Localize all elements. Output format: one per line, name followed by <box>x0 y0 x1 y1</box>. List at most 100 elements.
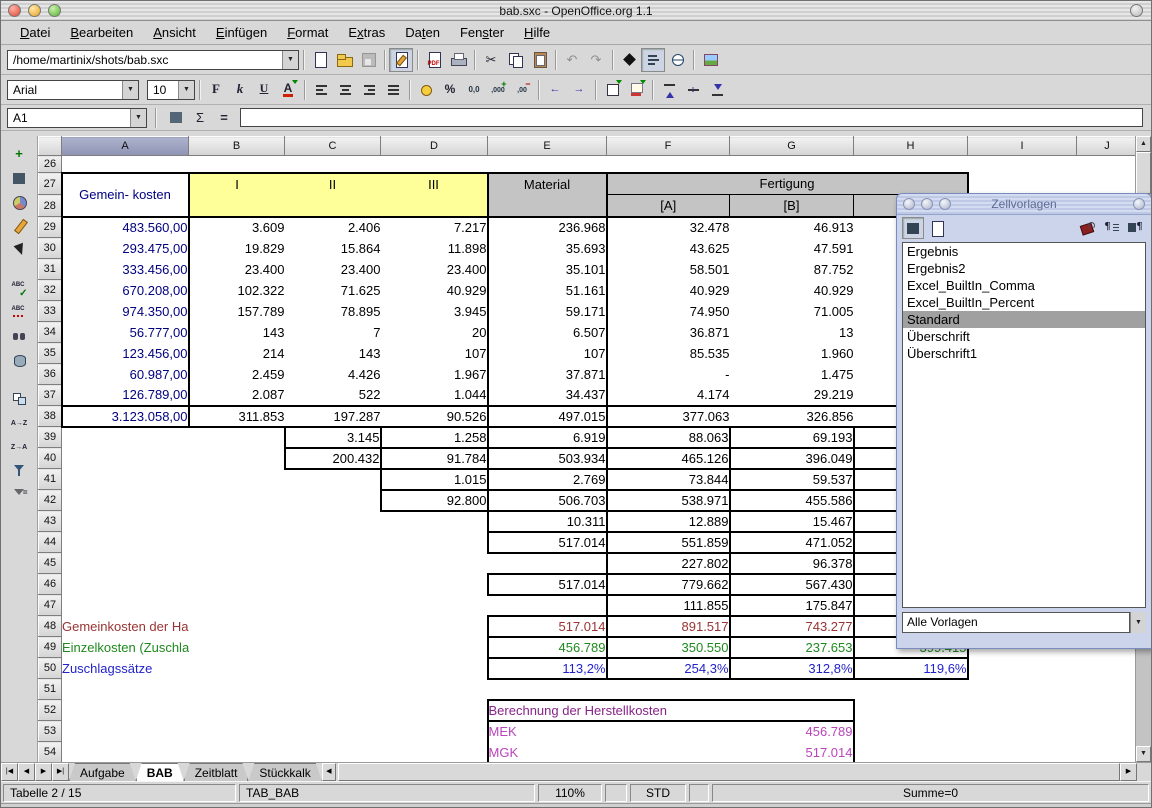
cell[interactable] <box>1077 156 1136 173</box>
cell[interactable] <box>189 532 285 553</box>
font-color-icon[interactable] <box>276 78 300 102</box>
cell[interactable]: 107 <box>381 343 488 364</box>
cell[interactable]: 567.430 <box>730 574 854 595</box>
row-header[interactable]: 39 <box>39 427 62 448</box>
cell[interactable]: 1.044 <box>381 385 488 406</box>
row-header[interactable]: 29 <box>39 217 62 238</box>
cell[interactable]: 34.437 <box>488 385 607 406</box>
cell[interactable]: 214 <box>189 343 285 364</box>
cell[interactable] <box>285 742 381 763</box>
cell[interactable]: 23.400 <box>285 259 381 280</box>
cell[interactable] <box>189 574 285 595</box>
cell[interactable]: 59.171 <box>488 301 607 322</box>
cell[interactable] <box>854 721 968 742</box>
align-justify-icon[interactable] <box>381 78 405 102</box>
cell[interactable] <box>854 742 968 763</box>
italic-icon[interactable] <box>228 78 252 102</box>
cell[interactable]: 311.853 <box>189 406 285 427</box>
cell[interactable]: II <box>285 173 381 195</box>
add-decimal-icon[interactable] <box>486 78 510 102</box>
select-all-corner[interactable] <box>39 137 62 156</box>
cell[interactable] <box>189 679 285 700</box>
cell[interactable]: 143 <box>189 322 285 343</box>
cell[interactable]: 1.258 <box>381 427 488 448</box>
cell[interactable]: 456.789 <box>488 637 607 658</box>
cell[interactable]: Material <box>488 173 607 195</box>
font-size-combobox[interactable]: 10 ▼ <box>147 80 195 100</box>
style-list-item[interactable]: Standard <box>903 311 1145 328</box>
column-header[interactable]: H <box>854 137 968 156</box>
style-filter-combobox[interactable]: Alle Vorlagen ▼ <box>902 612 1146 633</box>
cell[interactable]: 503.934 <box>488 448 607 469</box>
cell[interactable]: 10.311 <box>488 511 607 532</box>
cell[interactable] <box>730 156 854 173</box>
cell[interactable]: 350.550 <box>607 637 730 658</box>
cell[interactable]: 517.014 <box>607 742 854 763</box>
cell[interactable]: 12.889 <box>607 511 730 532</box>
cell[interactable]: 126.789,00 <box>62 385 189 406</box>
draw-functions-icon[interactable] <box>6 214 32 238</box>
cell[interactable] <box>62 595 189 616</box>
cell[interactable]: 90.526 <box>381 406 488 427</box>
cell[interactable]: 471.052 <box>730 532 854 553</box>
cell[interactable]: 88.063 <box>607 427 730 448</box>
cell[interactable] <box>62 156 189 173</box>
cell[interactable]: 47.591 <box>730 238 854 259</box>
cell[interactable] <box>189 616 285 637</box>
cell[interactable]: 3.145 <box>285 427 381 448</box>
cell[interactable]: 197.287 <box>285 406 381 427</box>
cell[interactable] <box>381 742 488 763</box>
cell[interactable] <box>189 448 285 469</box>
cell[interactable]: 51.161 <box>488 280 607 301</box>
print-icon[interactable] <box>446 48 470 72</box>
cell-reference-dropdown-icon[interactable]: ▼ <box>130 109 146 127</box>
cell[interactable]: [A] <box>607 195 730 217</box>
cell[interactable] <box>62 742 189 763</box>
cell[interactable]: 2.406 <box>285 217 381 238</box>
cell[interactable]: 2.769 <box>488 469 607 490</box>
cell[interactable] <box>381 195 488 217</box>
cell[interactable]: 326.856 <box>730 406 854 427</box>
cell[interactable]: 71.625 <box>285 280 381 301</box>
cell[interactable]: 60.987,00 <box>62 364 189 385</box>
cell[interactable]: 37.871 <box>488 364 607 385</box>
first-sheet-button[interactable]: |◀ <box>1 763 18 781</box>
cell[interactable]: 20 <box>381 322 488 343</box>
cell[interactable]: 743.277 <box>730 616 854 637</box>
cell[interactable] <box>968 658 1077 679</box>
cell[interactable] <box>381 574 488 595</box>
cell[interactable] <box>381 658 488 679</box>
row-header[interactable]: 26 <box>39 156 62 173</box>
hyperlink-dialog-icon[interactable] <box>665 48 689 72</box>
cell[interactable]: 13 <box>730 322 854 343</box>
align-right-icon[interactable] <box>357 78 381 102</box>
row-header[interactable]: 54 <box>39 742 62 763</box>
cell[interactable] <box>381 511 488 532</box>
cell[interactable]: 6.919 <box>488 427 607 448</box>
font-name-combobox[interactable]: Arial ▼ <box>7 80 139 100</box>
insert-cells-icon[interactable] <box>6 166 32 190</box>
row-header[interactable]: 36 <box>39 364 62 385</box>
cell[interactable]: 517.014 <box>488 532 607 553</box>
cell[interactable] <box>285 469 381 490</box>
row-header[interactable]: 35 <box>39 343 62 364</box>
cell[interactable]: 506.703 <box>488 490 607 511</box>
delete-decimal-icon[interactable] <box>510 78 534 102</box>
gallery-icon[interactable] <box>698 48 722 72</box>
sort-descending-icon[interactable] <box>6 434 32 458</box>
dialog-shade-button[interactable] <box>1133 198 1145 210</box>
cell[interactable] <box>968 721 1077 742</box>
row-header[interactable]: 42 <box>39 490 62 511</box>
cell[interactable]: 40.929 <box>607 280 730 301</box>
cell[interactable]: 551.859 <box>607 532 730 553</box>
cell[interactable] <box>62 490 189 511</box>
cell[interactable]: 91.784 <box>381 448 488 469</box>
cell[interactable] <box>189 156 285 173</box>
font-name-dropdown-icon[interactable]: ▼ <box>122 81 138 99</box>
column-header[interactable]: A <box>62 137 189 156</box>
cell[interactable] <box>488 679 607 700</box>
cell[interactable]: 85.535 <box>607 343 730 364</box>
cell[interactable] <box>285 679 381 700</box>
row-header[interactable]: 27 <box>39 173 62 195</box>
cell[interactable]: 3.945 <box>381 301 488 322</box>
